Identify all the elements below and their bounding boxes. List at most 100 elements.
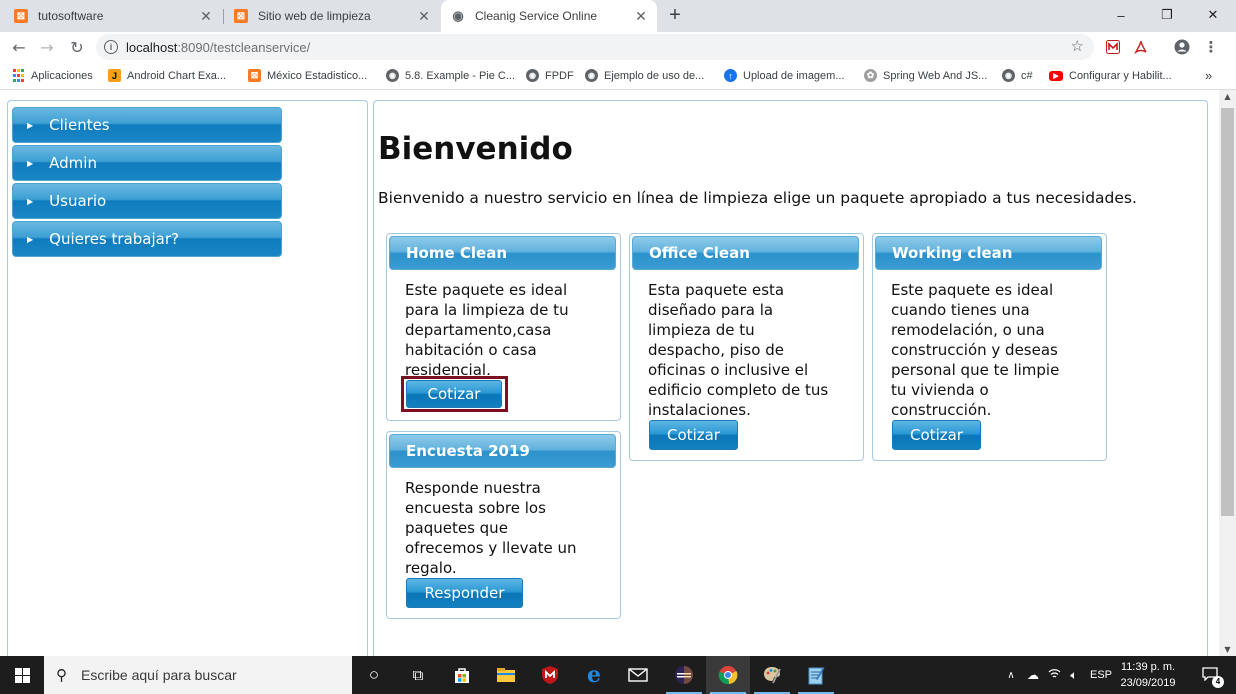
tab-cleaning-service[interactable]: ◉ Cleanig Service Online ✕ [441, 0, 657, 32]
minimize-button[interactable]: – [1098, 0, 1144, 30]
paint-palette-icon[interactable] [750, 656, 794, 694]
page-title: Bienvenido [378, 131, 573, 167]
bookmark-star-icon[interactable]: ☆ [1071, 37, 1084, 55]
main-content: Bienvenido Bienvenido a nuestro servicio… [373, 100, 1208, 656]
screen: ⊠ tutosoftware ✕ ⊠ Sitio web de limpieza… [0, 0, 1236, 694]
card-line: edificio completo de tus [648, 381, 829, 399]
globe-icon: ◉ [585, 69, 598, 82]
page-scrollbar[interactable]: ▲ ▼ [1219, 90, 1236, 656]
edge-icon[interactable]: e [572, 656, 616, 694]
bookmark-label: FPDF [545, 69, 574, 82]
kebab-menu-icon[interactable]: ⋮ [1201, 37, 1221, 57]
taskbar-clock[interactable]: 11:39 p. m. 23/09/2019 [1118, 659, 1178, 691]
cotizar-office-button[interactable]: Cotizar [649, 420, 738, 450]
bookmark-label: Android Chart Exa... [127, 69, 227, 82]
close-icon[interactable]: ✕ [414, 8, 434, 25]
bookmark-csharp[interactable]: ◉ c# [1002, 62, 1033, 89]
sidebar-item-clientes[interactable]: ▶ Clientes [12, 107, 282, 143]
eclipse-icon[interactable] [662, 656, 706, 694]
sidebar-item-admin[interactable]: ▶ Admin [12, 145, 282, 181]
bookmark-fpdf[interactable]: ◉ FPDF [526, 62, 574, 89]
reload-icon[interactable]: ↻ [64, 34, 90, 60]
system-tray: ∧ ☁ 🔈︎ ESP [1000, 656, 1116, 694]
bookmark-label: Upload de imagem... [743, 69, 845, 82]
scroll-down-arrow-icon[interactable]: ▼ [1219, 645, 1236, 654]
card-line: diseñado para la [648, 301, 774, 319]
info-icon[interactable]: i [104, 40, 118, 54]
onedrive-cloud-icon[interactable]: ☁ [1022, 668, 1044, 682]
task-view-icon[interactable]: ⧉ [396, 656, 440, 694]
action-center-button[interactable]: 4 [1188, 656, 1232, 694]
sidebar-item-usuario[interactable]: ▶ Usuario [12, 183, 282, 219]
volume-icon[interactable]: 🔈︎ [1064, 668, 1084, 683]
bookmark-label: c# [1021, 69, 1033, 82]
wifi-icon[interactable] [1044, 668, 1064, 682]
close-icon[interactable]: ✕ [631, 8, 651, 25]
close-window-button[interactable]: ✕ [1190, 0, 1236, 30]
sidebar-item-quieres-trabajar[interactable]: ▶ Quieres trabajar? [12, 221, 282, 257]
mcafee-extension-icon[interactable] [1103, 37, 1123, 57]
bookmark-apps[interactable]: Aplicaciones [12, 62, 93, 89]
cortana-circle-icon[interactable]: ○ [352, 656, 396, 694]
store-bag-icon[interactable] [440, 656, 484, 694]
browser-tab-bar: ⊠ tutosoftware ✕ ⊠ Sitio web de limpieza… [0, 0, 1236, 32]
close-icon[interactable]: ✕ [196, 8, 216, 25]
mcafee-shield-icon[interactable] [528, 656, 572, 694]
page-viewport: ▶ Clientes ▶ Admin ▶ Usuario ▶ Quieres t… [0, 90, 1236, 656]
youtube-icon: ▶ [1049, 70, 1063, 81]
bookmark-configurar[interactable]: ▶ Configurar y Habilit... [1049, 62, 1172, 89]
forward-arrow-icon[interactable]: → [34, 34, 60, 60]
card-description: Este paquete es ideal para la limpieza d… [405, 280, 605, 380]
profile-avatar-icon[interactable] [1172, 37, 1192, 57]
card-line: limpieza de tu [648, 321, 755, 339]
tab-tutosoftware[interactable]: ⊠ tutosoftware ✕ [4, 0, 222, 32]
scrollbar-thumb[interactable] [1221, 108, 1234, 516]
bookmark-mexico-estadistico[interactable]: ⊠ México Estadistico... [248, 62, 367, 89]
windows-logo-icon [14, 667, 30, 683]
card-line: Este paquete es ideal [891, 281, 1054, 299]
scroll-up-arrow-icon[interactable]: ▲ [1219, 92, 1236, 101]
windows-taskbar: ⚲ Escribe aquí para buscar ○ ⧉ e ∧ ☁ 🔈︎ … [0, 656, 1236, 694]
bookmark-label: Ejemplo de uso de... [604, 69, 705, 82]
bookmark-android-chart[interactable]: J Android Chart Exa... [108, 62, 226, 89]
bookmark-pie-chart[interactable]: ◉ 5.8. Example - Pie C... [386, 62, 515, 89]
card-line: oficinas o inclusive el [648, 361, 809, 379]
address-bar[interactable]: i localhost:8090/testcleanservice/ ☆ [96, 34, 1094, 60]
card-line: departamento,casa [405, 321, 552, 339]
card-line: personal que te limpie [891, 361, 1060, 379]
file-explorer-icon[interactable] [484, 656, 528, 694]
bookmark-upload-imagem[interactable]: ↑ Upload de imagem... [724, 62, 845, 89]
tab-sitio-web[interactable]: ⊠ Sitio web de limpieza ✕ [224, 0, 440, 32]
bookmark-spring-web[interactable]: ✿ Spring Web And JS... [864, 62, 987, 89]
card-line: regalo. [405, 559, 457, 577]
xampp-icon: ⊠ [234, 9, 248, 23]
bookmark-label: 5.8. Example - Pie C... [405, 69, 516, 82]
notepad-icon[interactable] [794, 656, 838, 694]
tray-chevron-up-icon[interactable]: ∧ [1000, 670, 1022, 681]
responder-button[interactable]: Responder [406, 578, 523, 608]
globe-icon: ◉ [526, 69, 539, 82]
card-description: Esta paquete esta diseñado para la limpi… [648, 280, 848, 420]
bookmarks-overflow-button[interactable]: » [1205, 62, 1212, 89]
card-line: cuando tienes una [891, 301, 1030, 319]
language-indicator[interactable]: ESP [1090, 669, 1112, 681]
sidebar-item-label: Clientes [49, 116, 110, 134]
bookmark-label: Aplicaciones [31, 69, 93, 82]
card-line: ofrecemos y llevate un [405, 539, 577, 557]
cotizar-working-button[interactable]: Cotizar [892, 420, 981, 450]
cotizar-home-button[interactable]: Cotizar [406, 380, 502, 408]
card-line: tu vivienda o [891, 381, 989, 399]
bookmark-ejemplo-uso[interactable]: ◉ Ejemplo de uso de... [585, 62, 704, 89]
card-office-clean: Office Clean Esta paquete esta diseñado … [629, 233, 864, 461]
chrome-icon[interactable] [706, 656, 750, 694]
pdf-extension-icon[interactable] [1131, 37, 1151, 57]
card-line: Esta paquete esta [648, 281, 785, 299]
xampp-icon: ⊠ [248, 69, 261, 82]
maximize-button[interactable]: ❐ [1144, 0, 1190, 30]
mail-icon[interactable] [616, 656, 660, 694]
start-button[interactable] [0, 656, 44, 694]
card-line: construcción y deseas [891, 341, 1058, 359]
new-tab-button[interactable]: + [664, 4, 686, 26]
back-arrow-icon[interactable]: ← [6, 34, 32, 60]
taskbar-search[interactable]: ⚲ Escribe aquí para buscar [44, 656, 352, 694]
